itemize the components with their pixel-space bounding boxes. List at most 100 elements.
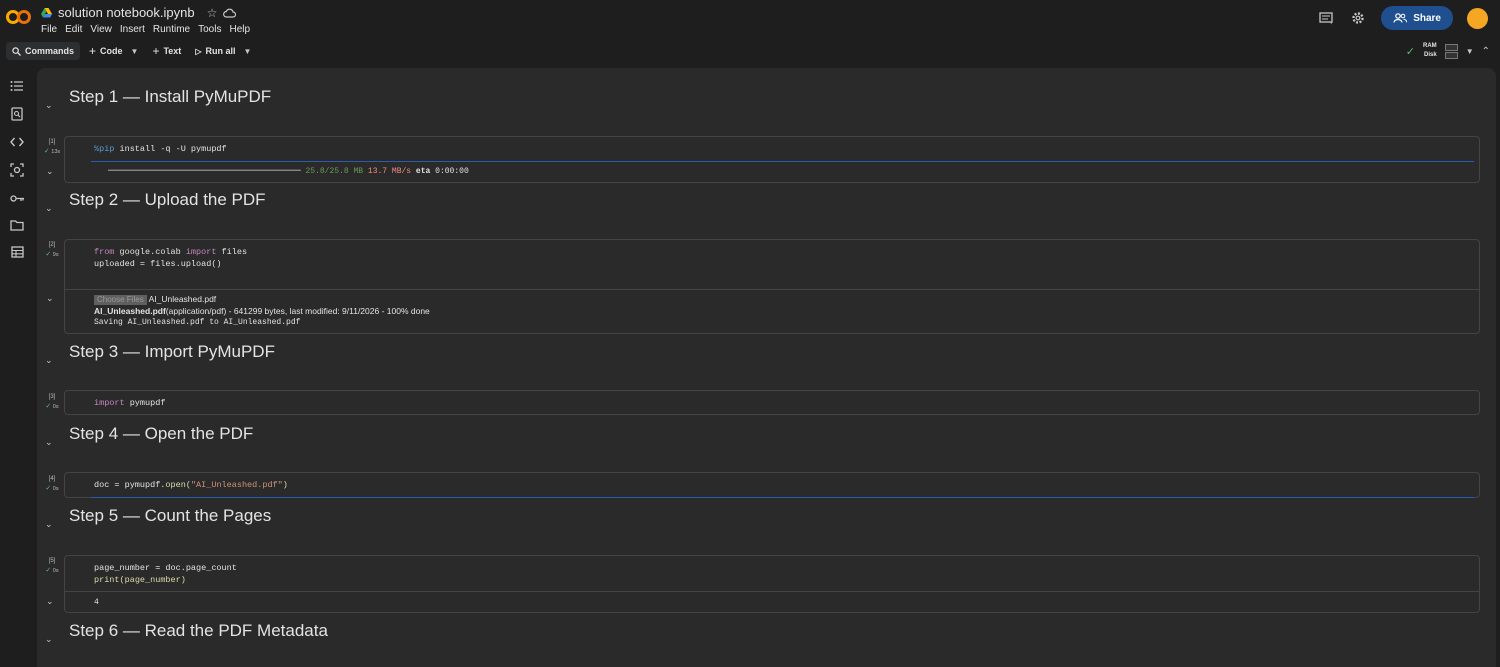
disk-bar <box>1444 51 1458 59</box>
collapse-chevron-icon[interactable]: ⌄ <box>45 437 57 448</box>
menu-runtime[interactable]: Runtime <box>153 24 190 35</box>
collapse-up-icon[interactable]: ⌃ <box>1482 46 1490 57</box>
code-token: import <box>94 398 125 408</box>
search-icon <box>12 46 21 56</box>
code-token: google.colab <box>114 247 186 257</box>
ram-label: RAM <box>1423 43 1437 49</box>
upload-status: AI_Unleashed.pdf(application/pdf) - 6412… <box>94 306 430 317</box>
code-line[interactable]: from google.colab import files <box>94 246 247 258</box>
connected-check-icon: ✓ <box>1405 45 1416 58</box>
settings-icon[interactable] <box>1349 9 1367 27</box>
exec-count: [5] <box>48 558 56 564</box>
section-title: Step 5 — Count the Pages <box>69 506 272 525</box>
success-check-icon: ✓ <box>43 148 50 155</box>
colab-logo[interactable] <box>6 7 32 27</box>
code-cell[interactable]: import pymupdf <box>64 390 1480 415</box>
code-line[interactable]: %pip install -q -U pymupdf <box>94 143 227 155</box>
exec-count: [1] <box>48 139 56 145</box>
share-button[interactable]: Share <box>1381 6 1453 30</box>
section-title: Step 1 — Install PyMuPDF <box>69 87 272 106</box>
collapse-chevron-icon[interactable]: ⌄ <box>45 355 57 366</box>
upload-widget: Choose Files AI_Unleashed.pdf <box>94 294 216 305</box>
menu-insert[interactable]: Insert <box>120 24 145 35</box>
exec-time: 13s <box>51 149 61 155</box>
code-line[interactable]: uploaded = files.upload() <box>94 258 222 270</box>
output-speed: 13.7 MB/s <box>367 167 412 176</box>
code-line[interactable]: doc = pymupdf.open("AI_Unleashed.pdf") <box>94 479 288 491</box>
notebook-main: ⌄ Step 1 — Install PyMuPDF [1] ✓ 13s ⌄ %… <box>37 68 1496 667</box>
success-check-icon: ✓ <box>45 485 52 492</box>
cell-focus-line <box>91 161 1474 162</box>
code-line[interactable]: page_number = doc.page_count <box>94 562 237 574</box>
code-token: install -q -U pymupdf <box>114 144 227 154</box>
add-code-button[interactable]: + Code ▼ <box>84 42 143 60</box>
cell-focus-line <box>91 497 1474 498</box>
menu-edit[interactable]: Edit <box>65 24 82 35</box>
code-line[interactable]: import pymupdf <box>94 397 165 409</box>
notebook-title[interactable]: solution notebook.ipynb <box>58 5 195 20</box>
cell-exec-status[interactable]: [2] ✓ 9s <box>41 242 63 258</box>
plus-icon: + <box>89 44 97 58</box>
section-title: Step 4 — Open the PDF <box>69 424 254 443</box>
commands-label: Commands <box>25 46 75 56</box>
collapse-chevron-icon[interactable]: ⌄ <box>45 203 57 214</box>
menu-view[interactable]: View <box>90 24 112 35</box>
menu-file[interactable]: File <box>41 24 57 35</box>
caret-down-icon[interactable]: ▼ <box>1466 47 1474 56</box>
code-cell[interactable]: from google.colab import files uploaded … <box>64 239 1480 334</box>
output-collapse-chevron-icon[interactable]: ⌄ <box>46 166 54 177</box>
cell-exec-status[interactable]: [1] ✓ 13s <box>41 139 63 155</box>
code-token: "AI_Unleashed.pdf" <box>190 480 283 490</box>
code-cell[interactable]: page_number = doc.page_count print(page_… <box>64 555 1480 613</box>
exec-count: [2] <box>48 242 56 248</box>
output-eta-label: eta <box>415 167 431 176</box>
caret-down-icon[interactable]: ▼ <box>131 47 139 56</box>
disk-label: Disk <box>1424 52 1437 58</box>
data-table-icon[interactable] <box>8 243 26 261</box>
exec-time: 0s <box>52 486 59 492</box>
code-token: (page_number) <box>119 575 186 585</box>
cell-exec-status[interactable]: [3] ✓ 0s <box>41 394 63 410</box>
output-collapse-chevron-icon[interactable]: ⌄ <box>46 293 54 304</box>
variables-icon[interactable] <box>8 161 26 179</box>
table-of-contents-icon[interactable] <box>8 77 26 95</box>
code-cell[interactable]: doc = pymupdf.open("AI_Unleashed.pdf") <box>64 472 1480 498</box>
side-rail <box>0 63 36 667</box>
caret-down-icon[interactable]: ▼ <box>243 47 251 56</box>
collapse-chevron-icon[interactable]: ⌄ <box>45 519 57 530</box>
plus-icon: + <box>152 44 160 58</box>
collapse-chevron-icon[interactable]: ⌄ <box>45 100 57 111</box>
code-token: open <box>165 480 186 490</box>
code-cell[interactable]: %pip install -q -U pymupdf ━━━━━━━━━━━━━… <box>64 136 1480 183</box>
run-all-button[interactable]: ▷ Run all ▼ <box>190 42 256 60</box>
output-size: 25.8/25.8 MB <box>305 167 364 176</box>
cell-exec-status[interactable]: [4] ✓ 0s <box>41 476 63 492</box>
secrets-key-icon[interactable] <box>8 189 26 207</box>
star-icon[interactable]: ☆ <box>207 6 218 20</box>
files-folder-icon[interactable] <box>8 216 26 234</box>
menu-help[interactable]: Help <box>229 24 250 35</box>
cell-output: 4 <box>94 598 99 607</box>
code-token: files <box>216 247 248 257</box>
choose-files-button[interactable]: Choose Files <box>94 295 147 305</box>
text-label: Text <box>163 46 182 56</box>
code-snippets-icon[interactable] <box>8 133 26 151</box>
avatar[interactable] <box>1467 7 1488 29</box>
success-check-icon: ✓ <box>45 403 52 410</box>
code-line[interactable]: print(page_number) <box>94 574 186 586</box>
cell-exec-status[interactable]: [5] ✓ 0s <box>41 558 63 574</box>
app-header: solution notebook.ipynb ☆ File Edit View… <box>0 0 1500 39</box>
output-separator <box>65 591 1479 592</box>
resource-labels[interactable]: RAM Disk <box>1423 42 1437 60</box>
code-token: import <box>185 247 217 257</box>
add-text-button[interactable]: + Text <box>147 42 186 60</box>
resource-bars[interactable] <box>1444 43 1458 59</box>
output-collapse-chevron-icon[interactable]: ⌄ <box>46 596 54 607</box>
code-token: pymupdf <box>124 398 166 408</box>
find-icon[interactable] <box>8 105 26 123</box>
comments-icon[interactable] <box>1317 9 1335 27</box>
commands-button[interactable]: Commands <box>6 42 81 60</box>
collapse-chevron-icon[interactable]: ⌄ <box>45 634 57 645</box>
menu-tools[interactable]: Tools <box>198 24 221 35</box>
cloud-icon[interactable] <box>223 8 237 18</box>
